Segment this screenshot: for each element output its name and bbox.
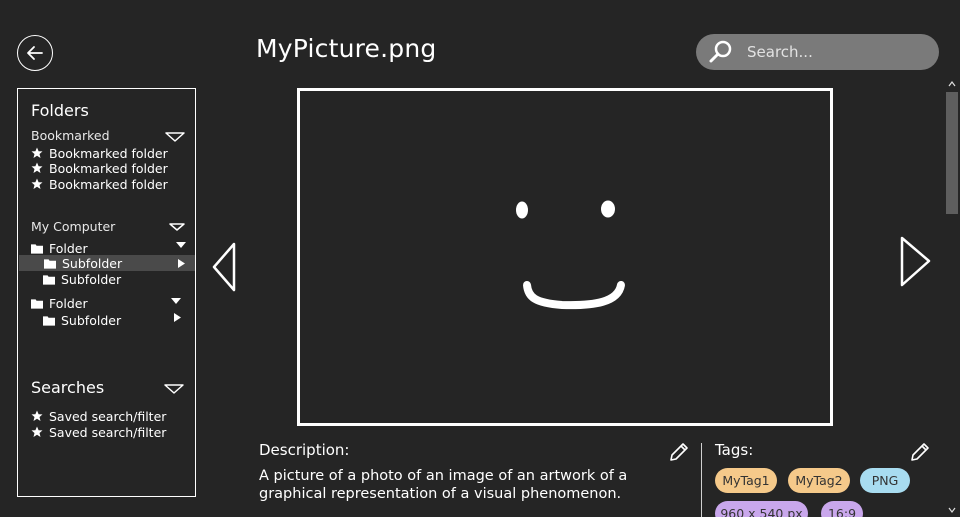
folder-icon	[31, 242, 43, 254]
tags-label: Tags:	[715, 441, 754, 459]
subfolder-item[interactable]: Subfolder	[19, 255, 195, 271]
subfolder-label: Subfolder	[61, 312, 122, 328]
tag-chip[interactable]: 960 x 540 px	[715, 501, 808, 517]
scroll-up-button[interactable]	[944, 78, 960, 90]
my-computer-section-label: My Computer	[31, 219, 116, 234]
next-image-arrow-icon[interactable]	[899, 236, 933, 288]
search-icon[interactable]	[708, 39, 734, 65]
folder-icon	[43, 314, 55, 326]
search-input[interactable]	[747, 43, 927, 61]
folder-label: Folder	[49, 295, 88, 311]
back-button[interactable]	[17, 35, 53, 71]
description-text: A picture of a photo of an image of an a…	[259, 468, 628, 502]
tag-chip[interactable]: MyTag1	[715, 468, 777, 493]
edit-description-pencil-icon[interactable]	[668, 441, 690, 463]
subfolder-label: Subfolder	[62, 255, 123, 271]
chevron-down-icon	[948, 507, 956, 513]
description-label: Description:	[259, 441, 350, 459]
tag-chip[interactable]: 16:9	[821, 501, 863, 517]
collapse-searches-icon[interactable]	[164, 384, 184, 394]
tag-chip[interactable]: PNG	[860, 468, 910, 493]
bookmarked-folder-item[interactable]: Bookmarked folder	[31, 176, 168, 192]
star-icon	[31, 178, 43, 190]
bookmarked-folder-label: Bookmarked folder	[49, 160, 168, 176]
folder-label: Folder	[49, 240, 88, 256]
folder-icon	[44, 257, 56, 269]
star-icon	[31, 147, 43, 159]
subfolder-label: Subfolder	[61, 271, 122, 287]
chevron-down-icon[interactable]	[171, 298, 181, 305]
scroll-down-button[interactable]	[944, 504, 960, 516]
scroll-thumb[interactable]	[946, 92, 958, 214]
arrow-left-icon	[27, 46, 43, 60]
bookmarked-folder-item[interactable]: Bookmarked folder	[31, 145, 168, 161]
bookmarked-folder-item[interactable]: Bookmarked folder	[31, 160, 168, 176]
scrollbar[interactable]	[944, 78, 960, 517]
saved-search-item[interactable]: Saved search/filter	[31, 424, 166, 440]
search-bar[interactable]	[696, 34, 939, 70]
smiley-face-image	[516, 200, 625, 310]
folder-sidebar: Folders Bookmarked Bookmarked folder Boo…	[17, 88, 196, 497]
bookmarked-folder-label: Bookmarked folder	[49, 145, 168, 161]
searches-heading: Searches	[31, 378, 105, 397]
folders-heading: Folders	[31, 101, 89, 120]
bookmarked-section-label: Bookmarked	[31, 128, 110, 143]
subfolder-item[interactable]: Subfolder	[43, 312, 121, 328]
edit-tags-pencil-icon[interactable]	[909, 441, 931, 463]
image-preview	[297, 88, 833, 426]
chevron-right-icon[interactable]	[178, 259, 185, 268]
bookmarked-folder-label: Bookmarked folder	[49, 176, 168, 192]
folder-icon	[43, 273, 55, 285]
star-icon	[31, 410, 43, 422]
saved-search-label: Saved search/filter	[49, 424, 167, 440]
tag-chip[interactable]: MyTag2	[788, 468, 850, 493]
saved-search-label: Saved search/filter	[49, 408, 167, 424]
chevron-right-icon[interactable]	[174, 313, 181, 322]
previous-image-arrow-icon[interactable]	[211, 242, 237, 292]
star-icon	[31, 162, 43, 174]
collapse-my-computer-icon[interactable]	[169, 223, 185, 231]
star-icon	[31, 426, 43, 438]
chevron-down-icon[interactable]	[176, 242, 186, 249]
collapse-bookmarked-icon[interactable]	[165, 132, 185, 142]
folder-item[interactable]: Folder	[31, 295, 88, 311]
folder-item[interactable]: Folder	[31, 240, 88, 256]
page-title: MyPicture.png	[256, 34, 437, 63]
saved-search-item[interactable]: Saved search/filter	[31, 408, 166, 424]
folder-icon	[31, 297, 43, 309]
subfolder-item[interactable]: Subfolder	[43, 271, 121, 287]
chevron-up-icon	[948, 81, 956, 87]
details-divider	[701, 443, 702, 517]
